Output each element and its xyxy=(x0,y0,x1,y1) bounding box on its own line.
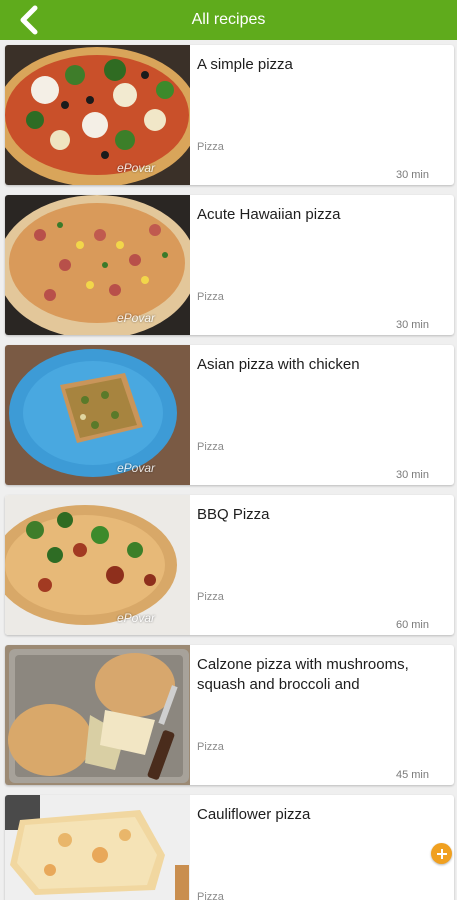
recipe-category: Pizza xyxy=(197,291,224,303)
plus-icon xyxy=(436,848,447,859)
page-title: All recipes xyxy=(191,11,266,28)
recipe-image xyxy=(5,795,190,900)
watermark-logo: ePovar xyxy=(117,461,156,475)
recipe-time: 30 min xyxy=(395,469,429,481)
recipe-title: A simple pizza xyxy=(197,56,293,73)
watermark-logo: ePovar xyxy=(117,161,156,175)
chevron-left-icon xyxy=(20,5,38,35)
recipe-image xyxy=(5,45,190,185)
recipe-image xyxy=(5,195,190,335)
recipe-card[interactable]: ePovar Acute Hawaiian pizza Pizza 30 min xyxy=(5,195,454,335)
recipe-time: 45 min xyxy=(395,769,429,781)
recipe-image xyxy=(5,495,190,635)
recipe-category: Pizza xyxy=(197,741,224,753)
recipe-title: Calzone pizza with mushrooms, squash and… xyxy=(197,656,409,693)
recipe-time: 30 min xyxy=(395,169,429,181)
back-button[interactable] xyxy=(14,4,44,36)
recipe-card[interactable]: ePovar A simple pizza Pizza 30 min xyxy=(5,45,454,185)
recipe-time: 30 min xyxy=(395,319,429,331)
recipe-card[interactable]: Cauliflower pizza Pizza xyxy=(5,795,454,900)
watermark-logo: ePovar xyxy=(117,311,156,325)
recipe-category: Pizza xyxy=(197,891,224,900)
app-screen: All recipes ePovar A simple pizza Pizza … xyxy=(0,0,457,900)
recipe-card[interactable]: ePovar BBQ Pizza Pizza 60 min xyxy=(5,495,454,635)
recipe-card[interactable]: ePovar Asian pizza with chicken Pizza 30… xyxy=(5,345,454,485)
recipe-category: Pizza xyxy=(197,591,224,603)
recipe-time: 60 min xyxy=(395,619,429,631)
recipe-title: Cauliflower pizza xyxy=(197,806,311,823)
watermark-logo: ePovar xyxy=(117,611,156,625)
recipe-category: Pizza xyxy=(197,141,224,153)
recipe-image xyxy=(5,645,190,785)
recipe-category: Pizza xyxy=(197,441,224,453)
recipe-card[interactable]: Calzone pizza with mushrooms, squash and… xyxy=(5,645,454,785)
top-app-bar: All recipes xyxy=(0,0,457,40)
recipe-title: Acute Hawaiian pizza xyxy=(197,206,341,223)
recipe-title: BBQ Pizza xyxy=(197,506,270,523)
recipe-title: Asian pizza with chicken xyxy=(197,356,360,373)
recipe-image xyxy=(5,345,190,485)
add-recipe-button[interactable] xyxy=(431,843,452,864)
